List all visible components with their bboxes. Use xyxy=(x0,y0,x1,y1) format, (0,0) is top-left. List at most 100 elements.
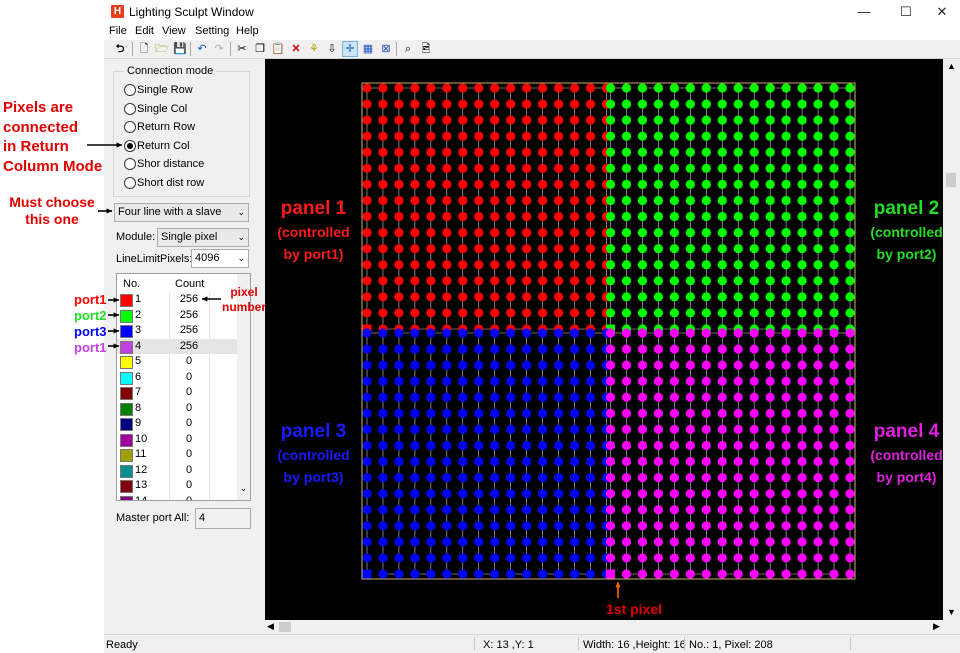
pixel-dot[interactable] xyxy=(474,131,484,141)
pixel-dot[interactable] xyxy=(394,276,404,286)
pixel-dot[interactable] xyxy=(458,292,468,302)
pixel-dot[interactable] xyxy=(621,392,632,402)
pixel-dot[interactable] xyxy=(669,163,679,173)
pixel-dot[interactable] xyxy=(829,553,839,563)
pixel-dot[interactable] xyxy=(426,360,436,370)
pixel-dot[interactable] xyxy=(653,505,663,515)
pixel-dot[interactable] xyxy=(538,328,548,338)
pixel-dot[interactable] xyxy=(522,424,532,434)
pixel-dot[interactable] xyxy=(717,179,727,189)
pixel-dot[interactable] xyxy=(717,360,727,370)
pixel-dot[interactable] xyxy=(585,553,596,563)
radio-circle[interactable] xyxy=(124,121,136,133)
pixel-dot[interactable] xyxy=(669,360,679,370)
pixel-dot[interactable] xyxy=(621,131,632,141)
pixel-dot[interactable] xyxy=(701,83,711,93)
pixel-dot[interactable] xyxy=(569,489,580,499)
pixel-dot[interactable] xyxy=(781,260,791,270)
pixel-dot[interactable] xyxy=(733,308,743,318)
pixel-dot[interactable] xyxy=(605,553,616,563)
pixel-dot[interactable] xyxy=(506,424,516,434)
pixel-dot[interactable] xyxy=(829,179,839,189)
pixel-dot[interactable] xyxy=(717,276,727,286)
pixel-dot[interactable] xyxy=(653,424,663,434)
pixel-dot[interactable] xyxy=(585,163,596,173)
pixel-dot[interactable] xyxy=(621,376,632,386)
pixel-dot[interactable] xyxy=(605,131,616,141)
pixel-dot[interactable] xyxy=(765,456,775,467)
pixel-dot[interactable] xyxy=(605,521,616,531)
pixel-dot[interactable] xyxy=(554,344,564,354)
pixel-dot[interactable] xyxy=(474,569,484,579)
pixel-dot[interactable] xyxy=(829,163,839,173)
pixel-dot[interactable] xyxy=(845,440,855,451)
pixel-dot[interactable] xyxy=(621,505,632,515)
pixel-dot[interactable] xyxy=(669,408,679,418)
pixel-dot[interactable] xyxy=(621,344,632,354)
pixel-dot[interactable] xyxy=(605,537,616,547)
pixel-dot[interactable] xyxy=(474,489,484,499)
pixel-dot[interactable] xyxy=(410,456,420,467)
pixel-dot[interactable] xyxy=(506,260,516,270)
port-row[interactable]: 50 xyxy=(117,354,237,369)
pixel-dot[interactable] xyxy=(410,473,420,483)
pixel-dot[interactable] xyxy=(701,408,711,418)
pixel-dot[interactable] xyxy=(585,376,596,386)
pixel-dot[interactable] xyxy=(701,131,711,141)
pixel-dot[interactable] xyxy=(621,569,632,579)
pixel-dot[interactable] xyxy=(554,244,564,254)
pixel-dot[interactable] xyxy=(717,408,727,418)
save-icon[interactable]: 💾 xyxy=(172,41,188,57)
pixel-dot[interactable] xyxy=(474,115,484,125)
pixel-dot[interactable] xyxy=(362,408,372,418)
pixel-dot[interactable] xyxy=(394,456,404,467)
pixel-dot[interactable] xyxy=(538,99,548,109)
pixel-dot[interactable] xyxy=(410,553,420,563)
pixel-dot[interactable] xyxy=(637,195,648,206)
pixel-dot[interactable] xyxy=(426,521,436,531)
pixel-dot[interactable] xyxy=(765,211,775,222)
pixel-dot[interactable] xyxy=(458,179,468,189)
pixel-dot[interactable] xyxy=(781,456,791,467)
pixel-dot[interactable] xyxy=(717,115,727,125)
pixel-dot[interactable] xyxy=(781,553,791,563)
pixel-dot[interactable] xyxy=(813,83,823,93)
pixel-dot[interactable] xyxy=(410,260,420,270)
pixel-dot[interactable] xyxy=(506,456,516,467)
pixel-dot[interactable] xyxy=(378,211,388,222)
pixel-dot[interactable] xyxy=(442,440,452,451)
pixel-dot[interactable] xyxy=(458,360,468,370)
pointer-icon[interactable]: ⇩ xyxy=(324,41,340,57)
pixel-dot[interactable] xyxy=(621,489,632,499)
pixel-dot[interactable] xyxy=(522,376,532,386)
pixel-dot[interactable] xyxy=(653,115,663,125)
pixel-dot[interactable] xyxy=(410,408,420,418)
pixel-dot[interactable] xyxy=(797,456,807,467)
pixel-dot[interactable] xyxy=(426,163,436,173)
pixel-dot[interactable] xyxy=(442,163,452,173)
pixel-dot[interactable] xyxy=(490,115,500,125)
pixel-dot[interactable] xyxy=(394,260,404,270)
pixel-dot[interactable] xyxy=(765,360,775,370)
pixel-dot[interactable] xyxy=(637,344,648,354)
pixel-dot[interactable] xyxy=(474,308,484,318)
pixel-dot[interactable] xyxy=(749,440,759,451)
pixel-dot[interactable] xyxy=(621,115,632,125)
pixel-dot[interactable] xyxy=(605,115,616,125)
pixel-dot[interactable] xyxy=(813,131,823,141)
pixel-dot[interactable] xyxy=(490,211,500,222)
pixel-dot[interactable] xyxy=(442,260,452,270)
pixel-dot[interactable] xyxy=(569,360,580,370)
pixel-dot[interactable] xyxy=(458,195,468,206)
pixel-dot[interactable] xyxy=(669,505,679,515)
pixel-dot[interactable] xyxy=(733,244,743,254)
pixel-dot[interactable] xyxy=(781,408,791,418)
pixel-dot[interactable] xyxy=(685,376,695,386)
port-row[interactable]: 2 256 xyxy=(117,308,237,323)
pixel-dot[interactable] xyxy=(569,456,580,467)
pixel-dot[interactable] xyxy=(669,211,679,222)
pixel-dot[interactable] xyxy=(474,276,484,286)
pixel-dot[interactable] xyxy=(637,211,648,222)
pixel-dot[interactable] xyxy=(701,344,711,354)
pixel-dot[interactable] xyxy=(569,440,580,451)
